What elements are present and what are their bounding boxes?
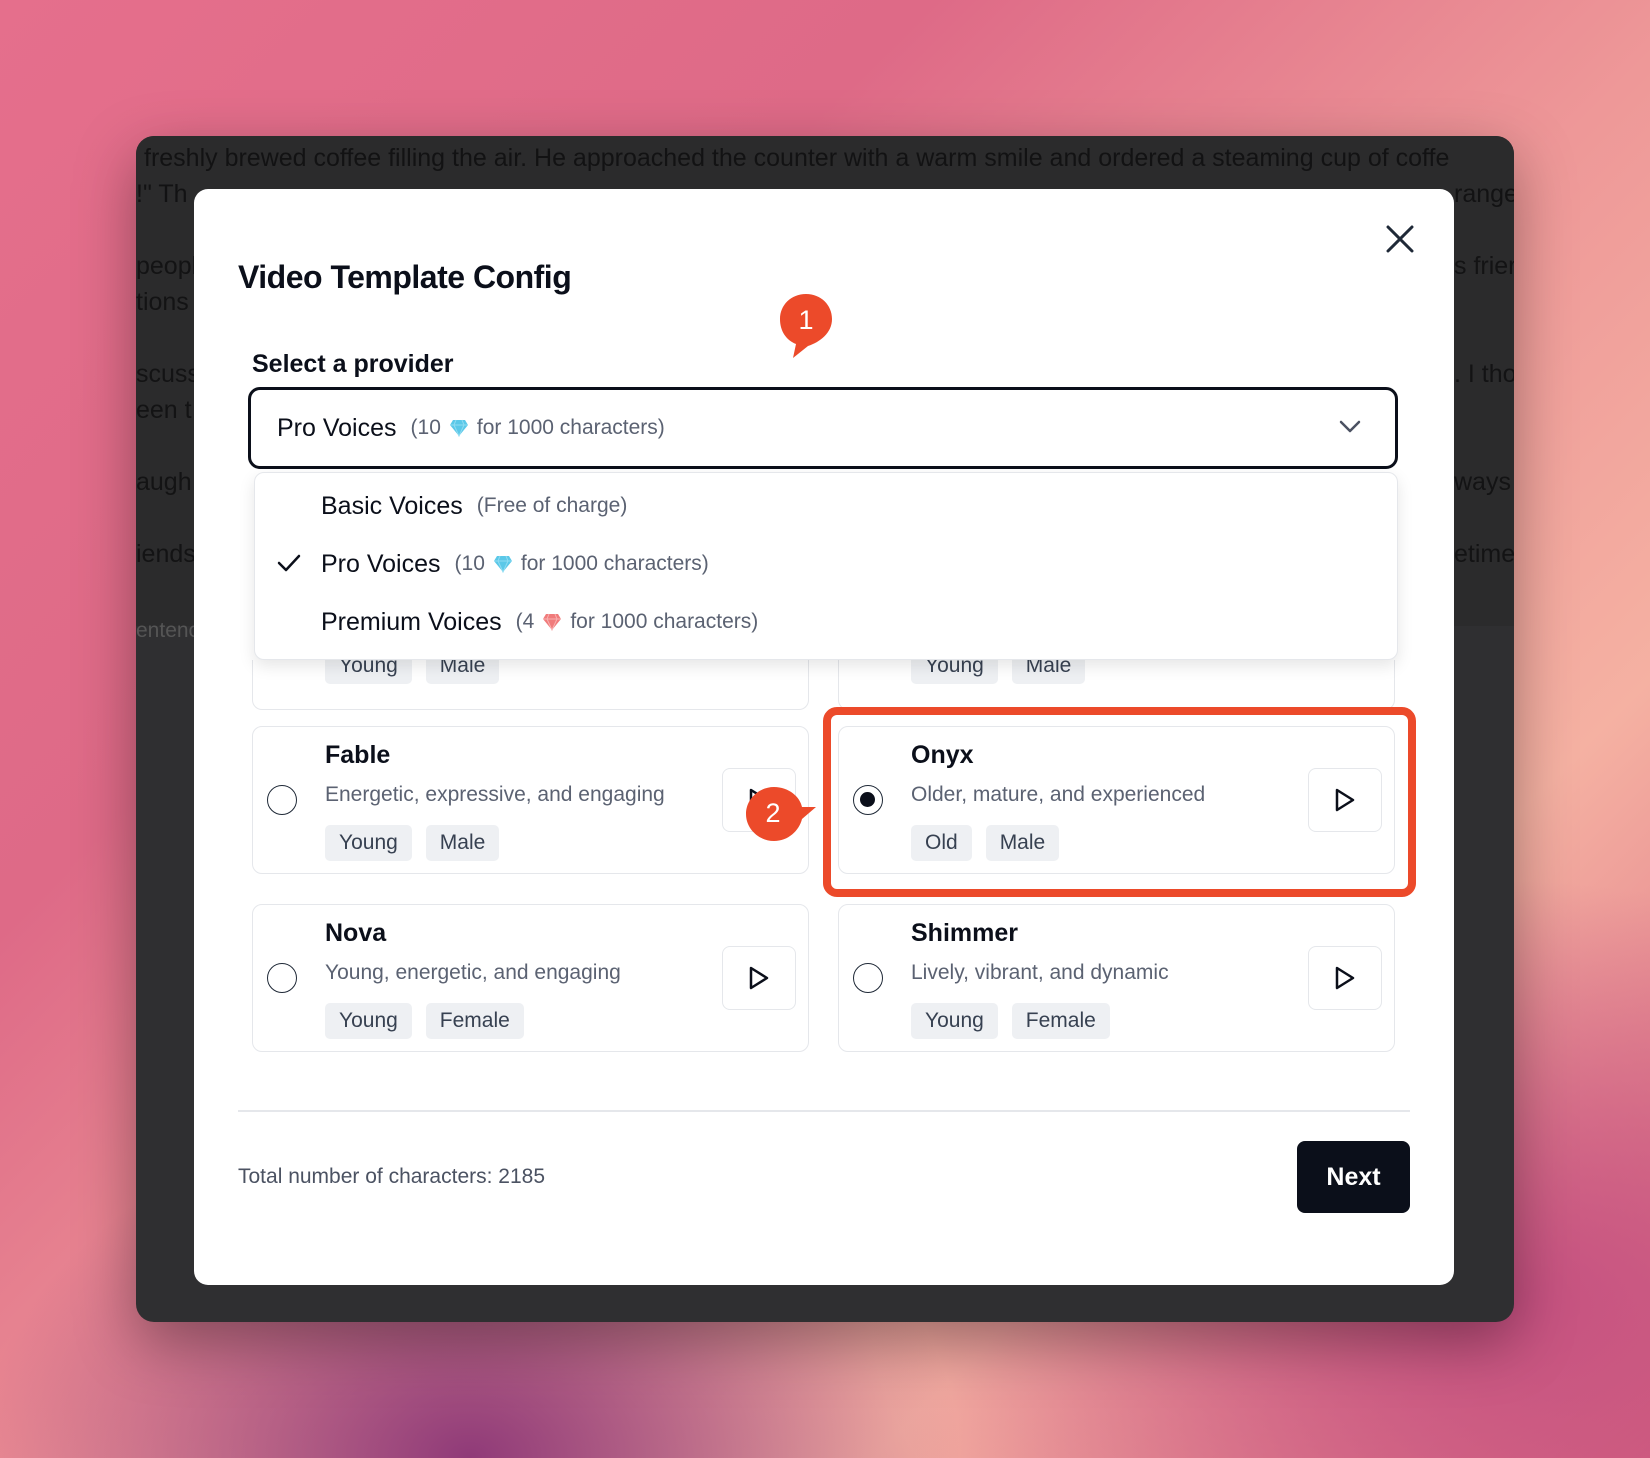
- character-count: Total number of characters: 2185: [238, 1165, 546, 1188]
- voice-tag: Young: [325, 825, 412, 861]
- check-icon: [277, 554, 301, 572]
- voice-name: Nova: [325, 919, 387, 947]
- voice-radio[interactable]: [267, 963, 297, 993]
- price-prefix: (10: [454, 552, 485, 575]
- editor-line: tions: [136, 288, 189, 316]
- editor-line: peopl: [136, 252, 198, 280]
- callout-number: 2: [765, 798, 781, 828]
- play-icon: [749, 966, 769, 990]
- provider-option-pro[interactable]: Pro Voices (10 for 1000 characters): [255, 535, 1399, 593]
- voice-card-partial[interactable]: Young Male: [838, 648, 1395, 710]
- price-prefix: (10: [410, 416, 441, 439]
- voice-description: Young, energetic, and engaging: [325, 961, 621, 984]
- option-name: Premium Voices: [321, 607, 502, 636]
- provider-option-basic[interactable]: Basic Voices (Free of charge): [255, 477, 1399, 535]
- editor-line: etimes: [1454, 540, 1514, 568]
- voice-tag: Young: [325, 1003, 412, 1039]
- editor-line: ways: [1454, 468, 1511, 496]
- voice-description: Energetic, expressive, and engaging: [325, 783, 665, 806]
- close-button[interactable]: [1384, 223, 1416, 255]
- voice-description: Lively, vibrant, and dynamic: [911, 961, 1169, 984]
- option-name: Pro Voices: [321, 549, 441, 578]
- blue-diamond-icon: [449, 419, 468, 437]
- voice-card-fable[interactable]: Fable Energetic, expressive, and engagin…: [252, 726, 809, 874]
- selected-provider-name: Pro Voices: [277, 413, 397, 442]
- editor-line: . I tho: [1454, 360, 1514, 388]
- editor-line: een t: [136, 396, 192, 424]
- voice-radio[interactable]: [853, 963, 883, 993]
- voice-card-shimmer[interactable]: Shimmer Lively, vibrant, and dynamic You…: [838, 904, 1395, 1052]
- editor-line: scuss: [136, 360, 200, 388]
- play-preview-button[interactable]: [1308, 946, 1382, 1010]
- editor-footnote: entenc: [136, 619, 200, 642]
- voice-name: Shimmer: [911, 919, 1018, 947]
- price-prefix: (4: [515, 610, 535, 633]
- modal-title: Video Template Config: [238, 259, 572, 295]
- editor-line: iends: [136, 540, 196, 568]
- play-icon: [1335, 966, 1355, 990]
- voice-tag: Female: [425, 1003, 524, 1039]
- play-preview-button[interactable]: [722, 946, 796, 1010]
- voice-tags: Young Male: [325, 825, 500, 861]
- editor-line: !" Th: [136, 180, 188, 208]
- price-suffix: for 1000 characters): [520, 552, 709, 575]
- price-suffix: for 1000 characters): [476, 416, 665, 439]
- callout-number: 1: [798, 305, 814, 335]
- provider-label: Select a provider: [252, 350, 454, 378]
- selected-provider-price: (10 for 1000 characters): [411, 416, 665, 440]
- provider-dropdown-menu: Basic Voices (Free of charge) Pro Voices…: [254, 472, 1398, 660]
- option-price: (Free of charge): [476, 494, 628, 517]
- blue-diamond-icon: [493, 555, 512, 573]
- annotation-callout-1: 1: [778, 292, 834, 358]
- price-suffix: for 1000 characters): [570, 610, 759, 633]
- footer-divider: [238, 1110, 1410, 1112]
- voice-name: Fable: [325, 741, 391, 769]
- voice-card-partial[interactable]: Young Male: [252, 648, 809, 710]
- voice-tags: Young Female: [325, 1003, 524, 1039]
- voice-tag: Young: [911, 1003, 998, 1039]
- voice-tags: Young Female: [911, 1003, 1110, 1039]
- provider-select[interactable]: Pro Voices (10 for 1000 characters): [248, 387, 1398, 469]
- close-icon: [1386, 225, 1414, 253]
- editor-line: augh: [136, 468, 192, 496]
- editor-line: s frier: [1454, 252, 1514, 280]
- voice-radio[interactable]: [267, 785, 297, 815]
- voice-tag: Female: [1011, 1003, 1110, 1039]
- annotation-callout-2: 2: [744, 785, 818, 841]
- next-button[interactable]: Next: [1297, 1141, 1410, 1213]
- red-gem-icon: [543, 613, 562, 631]
- option-name: Basic Voices: [321, 491, 463, 520]
- editor-line: freshly brewed coffee filling the air. H…: [144, 144, 1450, 172]
- option-price: (10 for 1000 characters): [455, 552, 709, 576]
- provider-option-premium[interactable]: Premium Voices (4 for 1000 characters): [255, 593, 1399, 651]
- editor-line: range: [1454, 180, 1514, 208]
- option-price: (4 for 1000 characters): [516, 610, 759, 634]
- annotation-highlight-box: [823, 707, 1416, 897]
- voice-card-nova[interactable]: Nova Young, energetic, and engaging Youn…: [252, 904, 809, 1052]
- chevron-down-icon: [1339, 420, 1361, 433]
- voice-tag: Male: [425, 825, 500, 861]
